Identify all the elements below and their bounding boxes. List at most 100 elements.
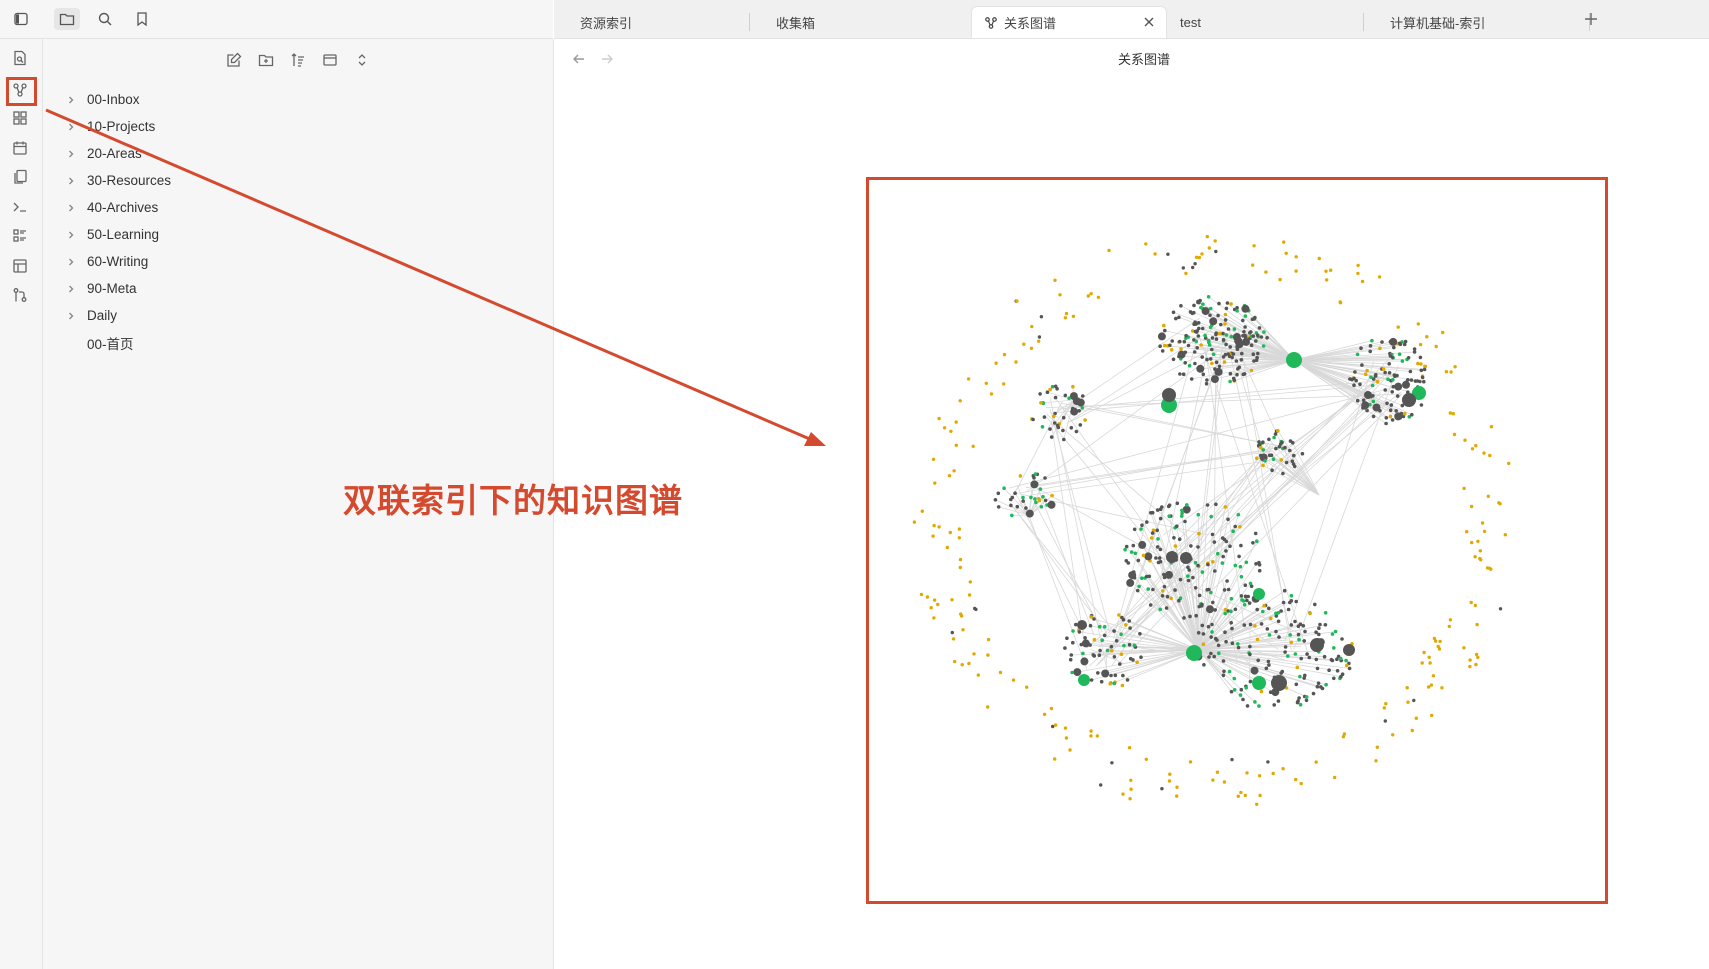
graph-node[interactable]	[1289, 640, 1294, 645]
graph-node[interactable]	[1322, 654, 1327, 659]
graph-node[interactable]	[1194, 339, 1199, 344]
graph-node[interactable]	[972, 652, 976, 656]
graph-node[interactable]	[1043, 476, 1047, 480]
graph-node[interactable]	[1229, 302, 1233, 306]
graph-node[interactable]	[1031, 417, 1035, 422]
graph-node[interactable]	[1211, 560, 1215, 564]
graph-node[interactable]	[1378, 408, 1382, 413]
graph-node[interactable]	[1248, 679, 1253, 684]
graph-node[interactable]	[1255, 802, 1259, 806]
graph-node[interactable]	[1318, 622, 1322, 627]
graph-node[interactable]	[1214, 337, 1219, 341]
graph-node[interactable]	[1040, 425, 1045, 429]
graph-node[interactable]	[932, 598, 937, 602]
graph-node[interactable]	[1315, 684, 1320, 689]
graph-node[interactable]	[1289, 623, 1294, 627]
graph-node[interactable]	[1229, 596, 1234, 601]
graph-node[interactable]	[1175, 501, 1180, 506]
tab-graph[interactable]: 关系图谱	[971, 6, 1167, 38]
graph-node[interactable]	[1293, 652, 1298, 656]
graph-node[interactable]	[1352, 383, 1356, 387]
graph-node[interactable]	[1498, 502, 1502, 506]
graph-node[interactable]	[1226, 327, 1231, 331]
graph-node[interactable]	[1251, 263, 1255, 267]
graph-node[interactable]	[1063, 316, 1068, 320]
graph-node[interactable]	[1259, 335, 1264, 339]
graph-node[interactable]	[1200, 602, 1204, 607]
folder-item[interactable]: 30-Resources	[63, 167, 543, 194]
folder-item[interactable]: 10-Projects	[63, 113, 543, 140]
graph-node[interactable]	[1029, 495, 1033, 500]
graph-node[interactable]	[1384, 416, 1389, 420]
graph-node[interactable]	[1279, 458, 1283, 462]
graph-node[interactable]	[1296, 632, 1301, 637]
graph-node[interactable]	[931, 534, 935, 538]
graph-node[interactable]	[1015, 504, 1020, 509]
graph-node[interactable]	[1317, 626, 1321, 630]
graph-node[interactable]	[1419, 403, 1424, 407]
graph-node[interactable]	[1181, 266, 1185, 270]
file-explorer-icon[interactable]	[54, 8, 80, 30]
graph-node[interactable]	[1418, 379, 1422, 384]
graph-node[interactable]	[1187, 363, 1192, 368]
graph-node[interactable]	[1293, 619, 1297, 624]
graph-node[interactable]	[1071, 314, 1076, 318]
graph-node[interactable]	[1344, 658, 1348, 663]
graph-node[interactable]	[1470, 540, 1474, 545]
graph-node[interactable]	[1224, 549, 1228, 553]
graph-node[interactable]	[1507, 461, 1511, 466]
graph-node[interactable]	[1269, 616, 1273, 621]
graph-node[interactable]	[1014, 360, 1018, 364]
graph-node[interactable]	[1284, 251, 1288, 255]
graph-node[interactable]	[1419, 368, 1424, 373]
graph-node[interactable]	[1232, 378, 1236, 382]
graph-node[interactable]	[1370, 383, 1375, 388]
graph-node[interactable]	[1239, 687, 1244, 692]
graph-node[interactable]	[1183, 361, 1187, 365]
graph-node[interactable]	[1274, 629, 1278, 634]
graph-node[interactable]	[1266, 659, 1271, 664]
graph-node[interactable]	[1091, 653, 1096, 658]
folder-item[interactable]: 50-Learning	[63, 221, 543, 248]
graph-node[interactable]	[1189, 544, 1193, 548]
graph-node[interactable]	[1080, 657, 1089, 666]
graph-node[interactable]	[1240, 351, 1244, 356]
graph-node[interactable]	[1237, 554, 1241, 559]
graph-node[interactable]	[1344, 663, 1349, 668]
graph-node[interactable]	[1333, 629, 1338, 634]
graph-node[interactable]	[1154, 556, 1158, 560]
graph-node[interactable]	[1077, 630, 1082, 634]
graph-node[interactable]	[1047, 500, 1056, 509]
graph-node[interactable]	[1196, 512, 1201, 517]
graph-node[interactable]	[1123, 547, 1127, 552]
graph-node[interactable]	[952, 469, 956, 473]
collapse-view-icon[interactable]	[317, 48, 343, 72]
graph-node[interactable]	[1251, 541, 1255, 545]
graph-node[interactable]	[1224, 639, 1228, 644]
graph-node[interactable]	[1058, 293, 1062, 297]
graph-node[interactable]	[1264, 270, 1268, 274]
graph-node[interactable]	[1055, 423, 1060, 428]
graph-node[interactable]	[1384, 421, 1388, 426]
graph-node[interactable]	[1229, 689, 1234, 694]
graph-node[interactable]	[1423, 364, 1427, 369]
graph-node[interactable]	[1175, 524, 1179, 528]
graph-node[interactable]	[1242, 603, 1247, 607]
graph-node[interactable]	[1273, 432, 1278, 436]
graph-node[interactable]	[1431, 674, 1436, 678]
graph-node[interactable]	[1162, 323, 1166, 328]
graph-node[interactable]	[1069, 426, 1074, 430]
bookmark-icon[interactable]	[129, 8, 155, 30]
close-tab-icon[interactable]	[1142, 15, 1156, 29]
graph-node[interactable]	[1173, 588, 1177, 592]
graph-node[interactable]	[1389, 403, 1394, 407]
graph-node[interactable]	[1387, 362, 1391, 366]
folder-item[interactable]: 90-Meta	[63, 275, 543, 302]
graph-node[interactable]	[1135, 660, 1139, 665]
graph-node[interactable]	[1310, 638, 1324, 652]
graph-node[interactable]	[1257, 704, 1261, 708]
graph-node[interactable]	[1380, 340, 1384, 344]
graph-node[interactable]	[1317, 256, 1321, 261]
graph-node[interactable]	[1222, 588, 1227, 592]
graph-node[interactable]	[1368, 344, 1373, 348]
